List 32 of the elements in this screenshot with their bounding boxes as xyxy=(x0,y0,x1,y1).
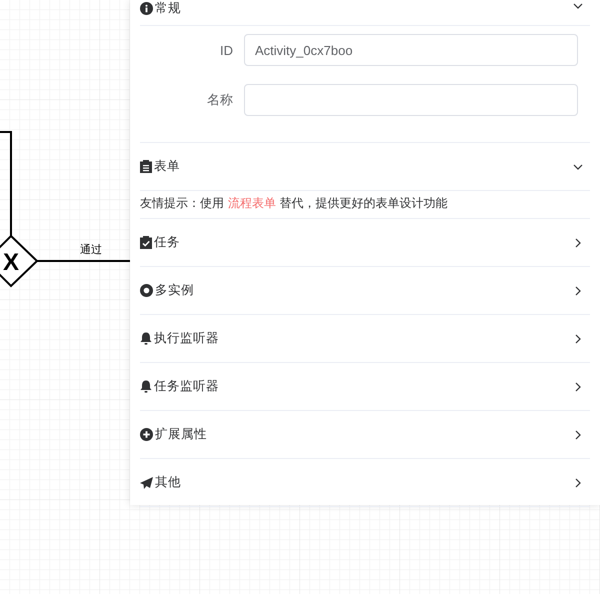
gateway-symbol: X xyxy=(3,249,19,276)
section-title: 常规 xyxy=(155,0,181,17)
section-title: 表单 xyxy=(154,158,180,175)
section-header[interactable]: 常规 xyxy=(140,0,590,26)
bell-icon xyxy=(140,380,152,393)
section-header[interactable]: 任务 xyxy=(140,219,590,267)
section-title: 执行监听器 xyxy=(154,330,219,347)
section-title: 任务 xyxy=(154,234,180,251)
paper-plane-icon xyxy=(140,476,153,488)
hint-text: 友情提示：使用 xyxy=(140,196,225,210)
section-title: 扩展属性 xyxy=(155,426,207,443)
section-header[interactable]: 其他 xyxy=(140,459,590,507)
field-label: 名称 xyxy=(206,91,234,109)
input-field[interactable] xyxy=(244,84,578,116)
section-title: 多实例 xyxy=(155,282,194,299)
section-title: 任务监听器 xyxy=(154,378,219,395)
field-label: ID xyxy=(219,42,234,58)
section-header[interactable]: 多实例 xyxy=(140,267,590,315)
section-title: 其他 xyxy=(155,474,181,491)
bell-icon xyxy=(140,332,152,345)
clipboard-check-icon xyxy=(140,236,152,249)
input-field[interactable]: Activity_0cx7boo xyxy=(244,34,578,66)
flow-label: 通过 xyxy=(80,243,102,256)
plus-circle-icon xyxy=(140,428,153,441)
section-header[interactable]: 任务监听器 xyxy=(140,363,590,411)
gateway-shape[interactable] xyxy=(0,234,38,288)
section-header[interactable]: 执行监听器 xyxy=(140,315,590,363)
section-header[interactable]: 表单 xyxy=(140,143,590,191)
ring-icon xyxy=(140,284,153,297)
clipboard-icon xyxy=(140,160,152,173)
section-header[interactable]: 扩展属性 xyxy=(140,411,590,459)
hint-text: 替代，提供更好的表单设计功能 xyxy=(278,196,448,210)
